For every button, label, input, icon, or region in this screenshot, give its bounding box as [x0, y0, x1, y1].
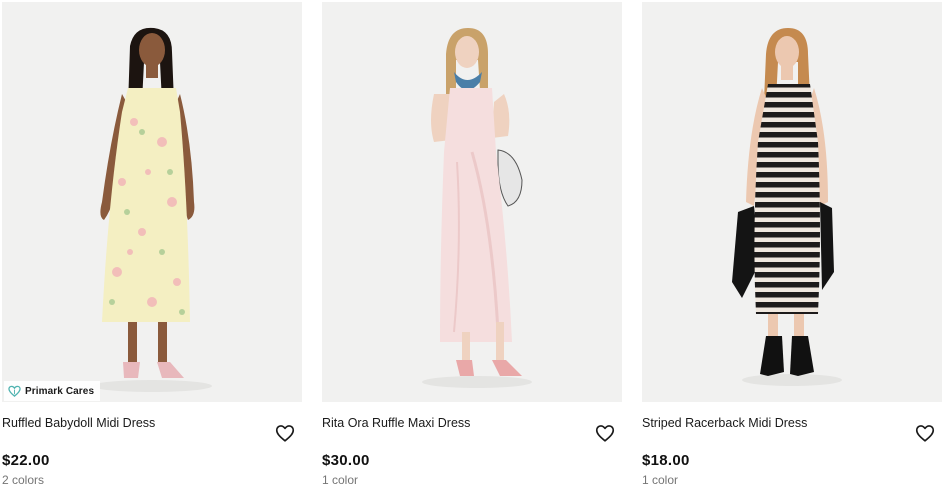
- badge-label: Primark Cares: [25, 385, 95, 397]
- product-name[interactable]: Rita Ora Ruffle Maxi Dress: [322, 416, 470, 430]
- product-card[interactable]: Primark Cares Ruffled Babydoll Midi Dres…: [2, 2, 302, 493]
- color-count: 1 color: [642, 473, 679, 487]
- product-grid: Primark Cares Ruffled Babydoll Midi Dres…: [2, 2, 942, 493]
- wishlist-button[interactable]: [594, 422, 616, 444]
- heart-outline-icon: [275, 425, 295, 442]
- product-name[interactable]: Ruffled Babydoll Midi Dress: [2, 416, 155, 430]
- product-image[interactable]: Primark Cares: [2, 2, 302, 402]
- product-price: $30.00: [322, 452, 370, 469]
- product-name[interactable]: Striped Racerback Midi Dress: [642, 416, 807, 430]
- product-image[interactable]: [642, 2, 942, 402]
- color-count: 2 colors: [2, 473, 45, 487]
- primark-cares-badge: Primark Cares: [4, 381, 101, 401]
- heart-outline-icon: [595, 425, 615, 442]
- color-count: 1 color: [322, 473, 359, 487]
- product-card[interactable]: Striped Racerback Midi Dress $18.00 1 co…: [642, 2, 942, 493]
- heart-outline-icon: [915, 425, 935, 442]
- product-card[interactable]: Rita Ora Ruffle Maxi Dress $30.00 1 colo…: [322, 2, 622, 493]
- product-price: $18.00: [642, 452, 690, 469]
- heart-leaf-icon: [8, 385, 21, 397]
- wishlist-button[interactable]: [914, 422, 936, 444]
- wishlist-button[interactable]: [274, 422, 296, 444]
- product-price: $22.00: [2, 452, 50, 469]
- product-image[interactable]: [322, 2, 622, 402]
